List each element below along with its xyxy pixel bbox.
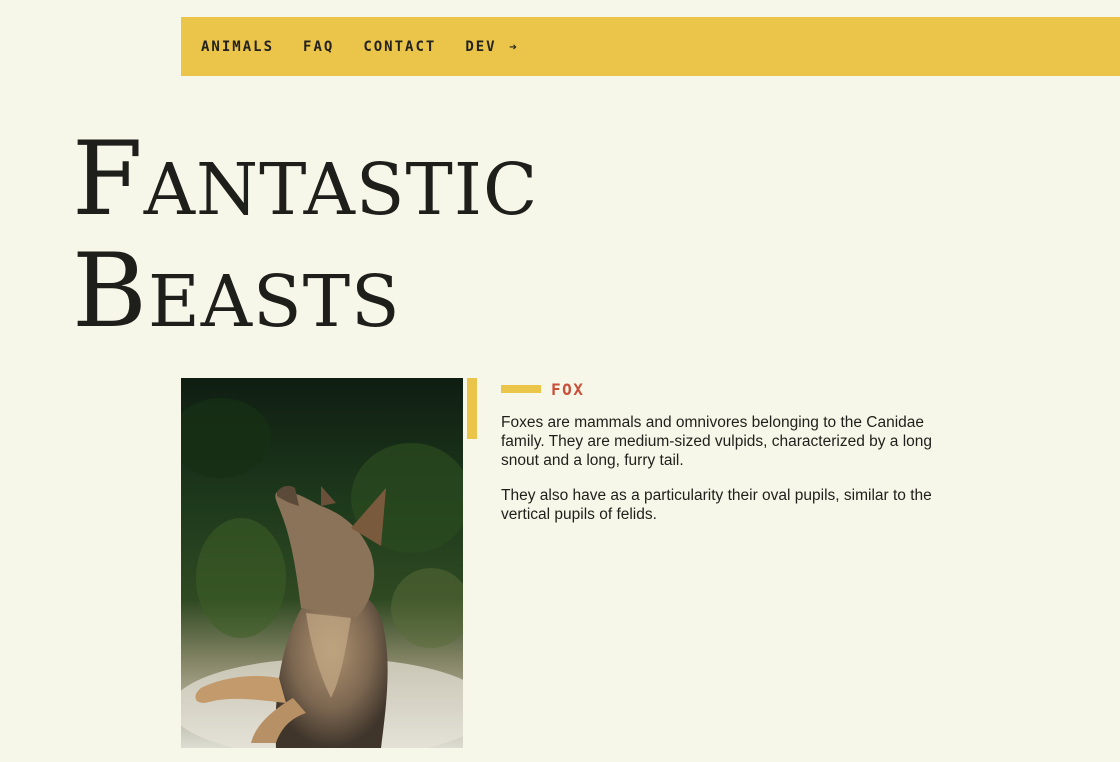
animal-description-paragraph: Foxes are mammals and omnivores belongin… bbox=[501, 414, 933, 469]
nav-link-animals[interactable]: ANIMALS bbox=[201, 39, 274, 55]
page-title-line-1: Fantastic bbox=[72, 120, 539, 239]
nav-link-faq[interactable]: FAQ bbox=[303, 39, 334, 55]
page-title-line-2: Beasts bbox=[72, 232, 401, 351]
main-navbar: ANIMALS FAQ CONTACT DEV ➔ bbox=[181, 17, 1120, 76]
nav-link-dev[interactable]: DEV ➔ bbox=[465, 39, 517, 55]
arrow-right-icon: ➔ bbox=[509, 39, 517, 55]
page-title: Fantastic Beasts bbox=[72, 124, 538, 348]
fox-photo bbox=[181, 378, 463, 748]
animal-card-body: Foxes are mammals and omnivores belongin… bbox=[501, 413, 961, 540]
animal-card-title: FOX bbox=[551, 379, 585, 399]
animal-description-paragraph: They also have as a particularity their … bbox=[501, 487, 932, 523]
nav-link-dev-label: DEV bbox=[465, 38, 497, 55]
header-dash bbox=[501, 385, 541, 393]
animal-card-header: FOX bbox=[501, 378, 584, 400]
accent-bar bbox=[467, 378, 477, 439]
nav-link-contact[interactable]: CONTACT bbox=[363, 39, 436, 55]
